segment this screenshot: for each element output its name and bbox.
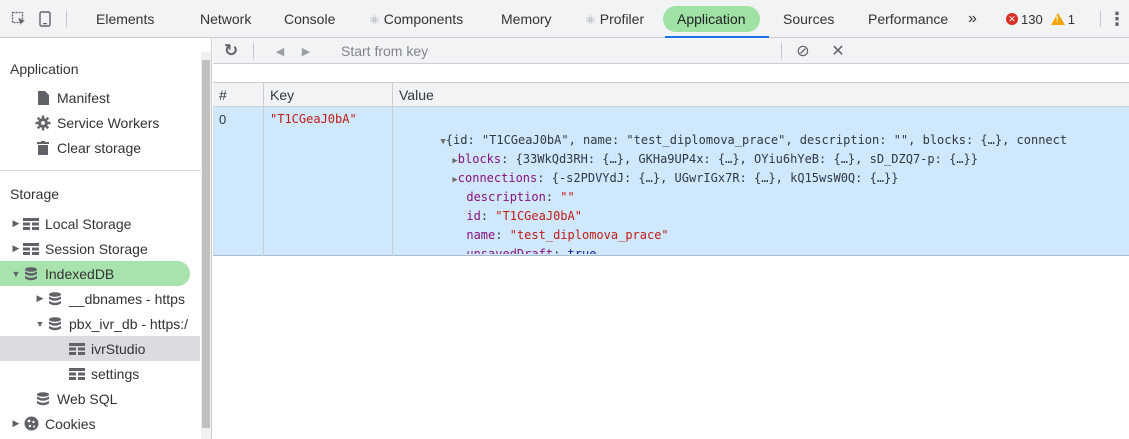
sidebar-item-local-storage[interactable]: ▶ Local Storage xyxy=(0,211,200,236)
value-prop-unsaved-draft: unsavedDraft: true xyxy=(466,247,597,254)
collapse-arrow-icon[interactable]: ▼ xyxy=(10,269,22,279)
more-tabs-button[interactable]: » xyxy=(968,0,977,38)
expand-arrow-icon[interactable]: ▶ xyxy=(10,218,22,229)
sidebar-item-indexeddb[interactable]: ▼ IndexedDB xyxy=(0,261,190,286)
sidebar-item-clear-storage[interactable]: Clear storage xyxy=(0,135,200,160)
table-icon xyxy=(68,342,86,356)
collapse-arrow-icon[interactable]: ▼ xyxy=(34,319,46,329)
section-header-storage: Storage xyxy=(10,186,60,202)
tab-elements[interactable]: Elements xyxy=(96,0,154,38)
sidebar-item-service-workers[interactable]: Service Workers xyxy=(0,110,200,135)
sidebar-item-ivrstudio[interactable]: ivrStudio xyxy=(0,336,200,361)
value-object-summary[interactable]: ▼{id: "T1CGeaJ0bA", name: "test_diplomov… xyxy=(397,112,1067,147)
warning-count: 1 xyxy=(1067,11,1075,27)
database-icon xyxy=(22,266,40,281)
table-icon xyxy=(22,217,40,231)
expand-arrow-icon[interactable]: ▶ xyxy=(34,293,46,304)
sidebar-item-dbnames[interactable]: ▶ __dbnames - https xyxy=(0,286,200,311)
grid-header-row: # Key Value xyxy=(213,82,1129,107)
column-divider xyxy=(392,82,393,256)
sidebar-scrollbar-thumb[interactable] xyxy=(202,60,210,428)
kebab-menu-icon[interactable]: ⋮ xyxy=(1108,0,1126,38)
value-prop-description: description: "" xyxy=(466,190,575,204)
section-header-application: Application xyxy=(10,61,79,77)
database-icon xyxy=(34,391,52,406)
warning-icon: ! xyxy=(1050,13,1065,25)
value-prop-blocks[interactable]: ▶blocks: {33WkQd3RH: {…}, GKHa9UP4x: {…}… xyxy=(409,131,978,166)
indexeddb-toolbar: ↻ ◀ ▶ ⊘ ✕ xyxy=(213,38,1129,64)
sidebar-item-cookies[interactable]: ▶ Cookies xyxy=(0,411,200,436)
row-key-cell: "T1CGeaJ0bA" xyxy=(270,112,357,126)
tab-application[interactable]: Application xyxy=(663,6,760,32)
sidebar-divider xyxy=(0,170,212,171)
sidebar-item-web-sql[interactable]: Web SQL xyxy=(0,386,200,411)
delete-selected-icon[interactable]: ✕ xyxy=(829,38,847,64)
expand-arrow-icon[interactable]: ▶ xyxy=(10,418,22,429)
table-icon xyxy=(22,242,40,256)
tab-memory[interactable]: Memory xyxy=(501,0,552,38)
next-page-icon[interactable]: ▶ xyxy=(297,38,315,64)
column-header-value[interactable]: Value xyxy=(393,83,434,108)
toolbar-divider xyxy=(253,43,254,59)
tab-performance[interactable]: Performance xyxy=(868,0,948,38)
refresh-icon[interactable]: ↻ xyxy=(221,38,241,64)
tab-components[interactable]: ⚛ Components xyxy=(369,0,463,38)
sidebar-item-settings[interactable]: settings xyxy=(0,361,200,386)
tab-console[interactable]: Console xyxy=(284,0,335,38)
device-toolbar-icon[interactable] xyxy=(34,0,56,38)
error-count: 130 xyxy=(1021,11,1043,27)
row-value-cell: ▼{id: "T1CGeaJ0bA", name: "test_diplomov… xyxy=(397,112,1127,254)
file-icon xyxy=(34,90,52,105)
sidebar-item-session-storage[interactable]: ▶ Session Storage xyxy=(0,236,200,261)
toolbar-divider xyxy=(781,43,782,59)
toolbar-divider xyxy=(66,11,67,27)
issues-counter[interactable]: ✕ 130 ! 1 xyxy=(1006,0,1075,38)
application-sidebar: Application Manifest Service Workers Cle… xyxy=(0,38,212,439)
inspect-element-icon[interactable] xyxy=(8,0,30,38)
table-icon xyxy=(68,367,86,381)
value-prop-id: id: "T1CGeaJ0bA" xyxy=(466,209,582,223)
column-header-key[interactable]: Key xyxy=(264,83,294,108)
sidebar-item-manifest[interactable]: Manifest xyxy=(0,85,200,110)
error-icon: ✕ xyxy=(1006,13,1018,25)
value-prop-connections[interactable]: ▶connections: {-s2PDVYdJ: {…}, UGwrIGx7R… xyxy=(409,150,898,185)
start-from-key-input[interactable] xyxy=(337,40,777,62)
database-icon xyxy=(46,316,64,331)
tab-network[interactable]: Network xyxy=(200,0,251,38)
gear-icon xyxy=(34,115,52,130)
column-divider xyxy=(263,82,264,256)
devtools-tabbar: Elements Network Console ⚛ Components Mem… xyxy=(0,0,1129,38)
expand-arrow-icon[interactable]: ▶ xyxy=(10,243,22,254)
sidebar-item-pbx-ivr-db[interactable]: ▼ pbx_ivr_db - https:/ xyxy=(0,311,200,336)
value-prop-name: name: "test_diplomova_prace" xyxy=(466,228,669,242)
react-icon: ⚛ xyxy=(585,13,596,27)
toolbar-divider xyxy=(1100,11,1101,27)
row-index-cell: 0 xyxy=(219,112,227,127)
tab-profiler[interactable]: ⚛ Profiler xyxy=(585,0,644,38)
tab-sources[interactable]: Sources xyxy=(783,0,834,38)
cookie-icon xyxy=(22,416,40,431)
previous-page-icon[interactable]: ◀ xyxy=(271,38,289,64)
clear-object-store-icon[interactable]: ⊘ xyxy=(793,38,813,64)
trash-icon xyxy=(34,140,52,155)
column-header-index[interactable]: # xyxy=(213,83,227,108)
database-icon xyxy=(46,291,64,306)
react-icon: ⚛ xyxy=(369,13,380,27)
